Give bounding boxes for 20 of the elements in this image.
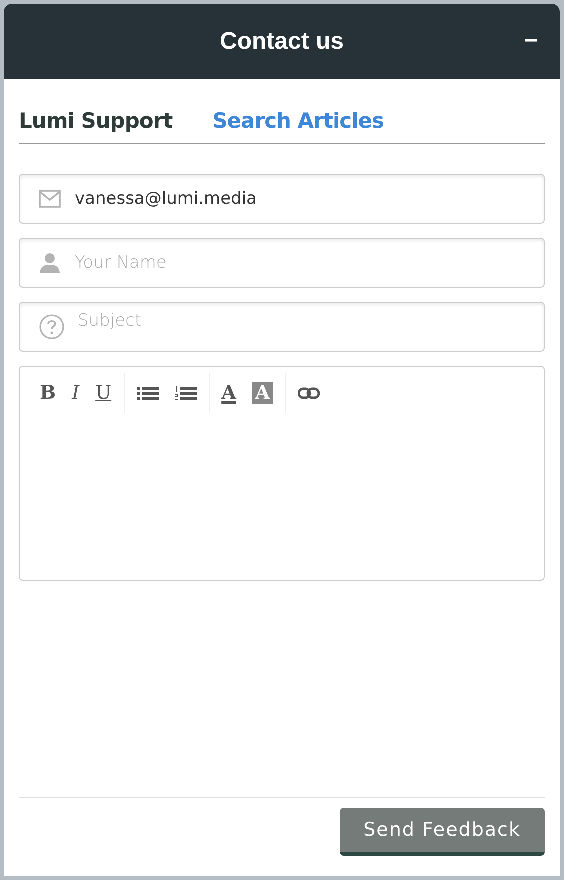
help-icon <box>39 314 65 340</box>
mail-icon <box>39 190 61 208</box>
window-title: Contact us <box>220 28 344 56</box>
bold-button[interactable]: B <box>34 379 62 407</box>
text-editor[interactable]: B I U A A <box>19 366 545 581</box>
minimize-button[interactable]: – <box>524 26 538 54</box>
bullet-list-icon <box>136 386 159 400</box>
input-field[interactable]: Your Name <box>19 238 545 288</box>
highlight-button[interactable]: A <box>252 382 274 404</box>
tab[interactable]: Lumi Support <box>19 109 173 133</box>
tab[interactable]: Search Articles <box>212 109 384 133</box>
link-icon <box>298 386 320 400</box>
underline-button[interactable]: U <box>90 379 118 407</box>
person-icon <box>39 252 61 274</box>
input-field[interactable]: vanessa@lumi.media <box>19 174 545 224</box>
numbered-list-icon <box>174 386 197 400</box>
italic-button[interactable]: I <box>66 379 86 407</box>
send-feedback-button[interactable]: Send Feedback <box>340 808 545 856</box>
input-field[interactable]: Subject <box>19 302 545 352</box>
text-color-button[interactable]: A <box>216 379 242 407</box>
